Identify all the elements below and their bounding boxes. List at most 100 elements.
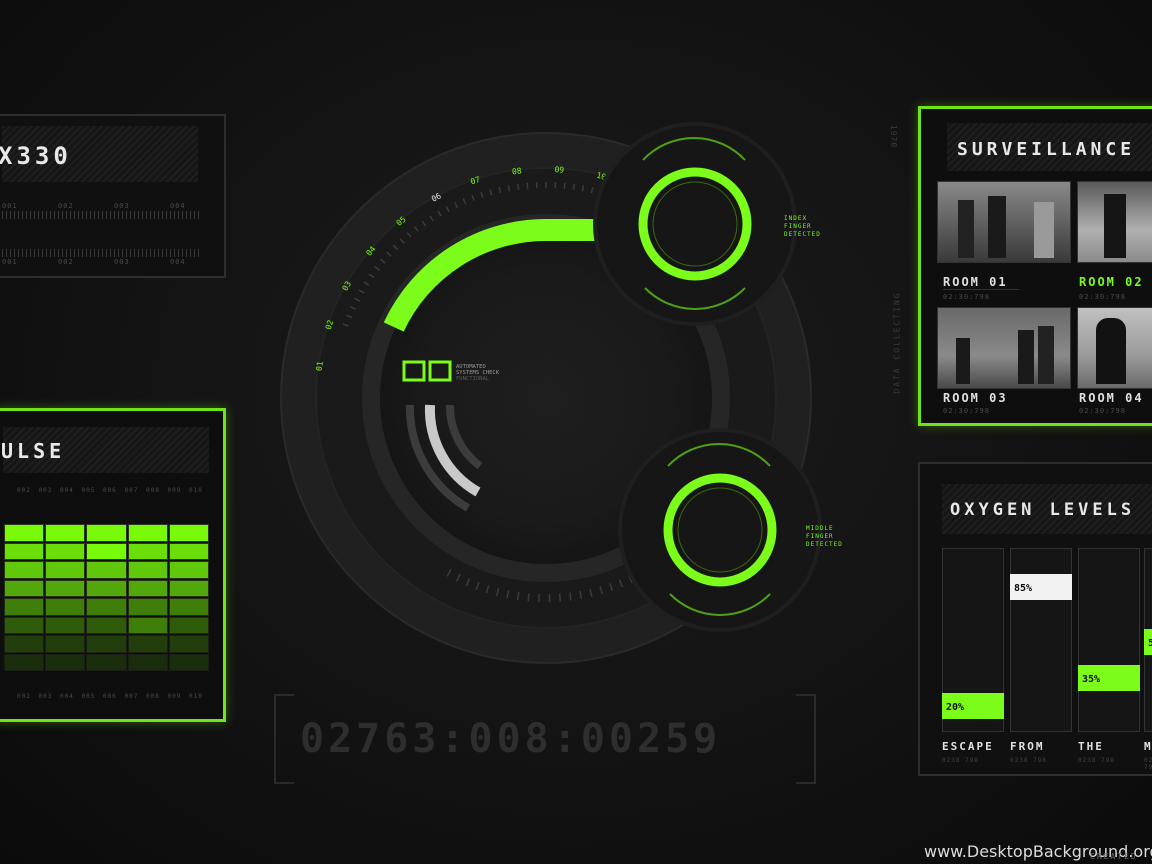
dial-tick xyxy=(569,592,572,601)
oxygen-level-bar: 5 xyxy=(1144,628,1152,655)
pulse-grid-cell xyxy=(45,598,86,616)
room-04-label[interactable]: ROOM 04 xyxy=(1079,391,1144,405)
pulse-grid-cell xyxy=(168,598,209,616)
dial-scale-number: 01 xyxy=(315,361,325,372)
pulse-grid-cell xyxy=(45,542,86,560)
middle-finger-label-3: DETECTED xyxy=(806,541,843,548)
room-02-feed[interactable] xyxy=(1077,181,1152,263)
oxygen-column-time: 0238 798 xyxy=(1144,757,1152,771)
pulse-column-label: 002 xyxy=(17,693,31,700)
pulse-column-label: 010 xyxy=(189,487,203,494)
pulse-grid-cell xyxy=(168,561,209,579)
pulse-column-label: 002 xyxy=(17,487,31,494)
pulse-grid-cell xyxy=(45,616,86,634)
room-03-feed[interactable] xyxy=(937,307,1071,389)
middle-finger-label-1: MIDDLE xyxy=(806,525,834,532)
dial-scale-number: 08 xyxy=(511,166,522,176)
counter-value: 02763:008:00259 xyxy=(300,716,722,762)
index-finger-label-1: INDEX xyxy=(784,215,808,222)
counter-frame-bottom-right xyxy=(796,782,814,784)
pulse-grid-cell xyxy=(127,616,168,634)
pulse-grid xyxy=(3,523,209,671)
pulse-grid-cell xyxy=(86,616,127,634)
middle-finger-halo xyxy=(618,428,822,632)
pulse-grid-cell xyxy=(168,653,209,671)
oxygen-column-label: M xyxy=(1144,740,1152,753)
dial-tick xyxy=(507,185,511,192)
pulse-grid-cell xyxy=(127,598,168,616)
room-01-feed[interactable] xyxy=(937,181,1071,263)
dial-tick xyxy=(517,183,520,190)
pulse-column-label: 004 xyxy=(60,693,74,700)
room-04-figure-1 xyxy=(1096,318,1126,384)
surveillance-panel: SURVEILLANCE ROOM 01 02:30:798 ROOM 02 0… xyxy=(918,106,1152,426)
pulse-grid-cell xyxy=(86,579,127,597)
room-04-feed[interactable] xyxy=(1077,307,1152,389)
surveillance-title: SURVEILLANCE xyxy=(957,139,1136,160)
dial-tick xyxy=(581,185,585,192)
oxygen-column: 5 xyxy=(1144,548,1152,732)
pulse-grid-cell xyxy=(127,542,168,560)
pulse-grid-cell xyxy=(4,524,45,542)
middle-finger-label-2: FINGER xyxy=(806,533,834,540)
oxygen-column-time: 0238 798 xyxy=(942,757,979,764)
oxygen-level-bar: 20% xyxy=(942,692,1004,719)
pulse-grid-cell xyxy=(4,598,45,616)
pulse-column-label: 009 xyxy=(167,693,182,700)
pulse-grid-cell xyxy=(45,524,86,542)
room-01-label[interactable]: ROOM 01 xyxy=(943,275,1008,289)
room-04-time: 02:30:798 xyxy=(1079,407,1126,415)
room-01-figure-3 xyxy=(1034,202,1054,258)
x330-tick-label: 004 xyxy=(170,258,186,266)
center-dial: 0102030405060708 0910 AUTOMATED SYSTEMS C… xyxy=(280,122,822,664)
x330-tick-label: 002 xyxy=(58,258,74,266)
pulse-grid-cell xyxy=(168,616,209,634)
oxygen-column-label: ESCAPE xyxy=(942,740,994,753)
pulse-column-label: 005 xyxy=(81,693,96,700)
room-03-figure-1 xyxy=(956,338,970,384)
pulse-grid-cell xyxy=(45,653,86,671)
pulse-column-label: 010 xyxy=(189,693,203,700)
pulse-grid-cell xyxy=(168,542,209,560)
oxygen-column-time: 0238 798 xyxy=(1010,757,1047,764)
oxygen-column-label: THE xyxy=(1078,740,1104,753)
pulse-column-label: 006 xyxy=(103,487,117,494)
x330-tick-label: 004 xyxy=(170,202,186,210)
pulse-column-label: 007 xyxy=(124,487,139,494)
x330-tick-label: 001 xyxy=(2,258,18,266)
oxygen-title: OXYGEN LEVELS xyxy=(950,500,1136,520)
watermark-credit: CREATED xyxy=(1090,852,1138,861)
side-strip-text: DATA COLLECTING xyxy=(892,291,902,394)
dial-tick xyxy=(572,183,575,190)
pulse-grid-cell xyxy=(4,561,45,579)
pulse-grid-cell xyxy=(45,561,86,579)
pulse-grid-cell xyxy=(4,579,45,597)
room-01-figure-1 xyxy=(958,200,974,258)
room-01-underline xyxy=(943,289,1019,290)
dial-tick xyxy=(558,593,561,602)
index-finger-label-3: DETECTED xyxy=(784,231,821,238)
x330-panel: X330 001 002 003 004 001 002 003 004 xyxy=(0,114,226,278)
pulse-grid-cell xyxy=(86,653,127,671)
x330-tick-row-bottom xyxy=(2,249,200,257)
room-02-label[interactable]: ROOM 02 xyxy=(1079,275,1144,289)
pulse-grid-cell xyxy=(86,561,127,579)
status-digits: 00 xyxy=(404,358,405,359)
room-03-time: 02:30:798 xyxy=(943,407,990,415)
room-02-time: 02:30:798 xyxy=(1079,293,1126,301)
oxygen-column-time: 0238 798 xyxy=(1078,757,1115,764)
side-strip: 1970 DATA COLLECTING xyxy=(889,118,910,418)
counter-frame: 02763:008:00259 xyxy=(274,694,816,784)
pulse-grid-cell xyxy=(127,579,168,597)
pulse-grid-cell xyxy=(127,635,168,653)
x330-title: X330 xyxy=(0,142,72,170)
room-03-label[interactable]: ROOM 03 xyxy=(943,391,1008,405)
pulse-grid-cell xyxy=(45,635,86,653)
oxygen-level-bar: 35% xyxy=(1078,665,1140,692)
pulse-grid-cell xyxy=(168,524,209,542)
pulse-grid-cell xyxy=(127,524,168,542)
side-strip-number: 1970 xyxy=(889,124,899,149)
pulse-column-label: 003 xyxy=(38,693,53,700)
x330-tick-label: 001 xyxy=(2,202,18,210)
room-01-figure-2 xyxy=(988,196,1006,258)
